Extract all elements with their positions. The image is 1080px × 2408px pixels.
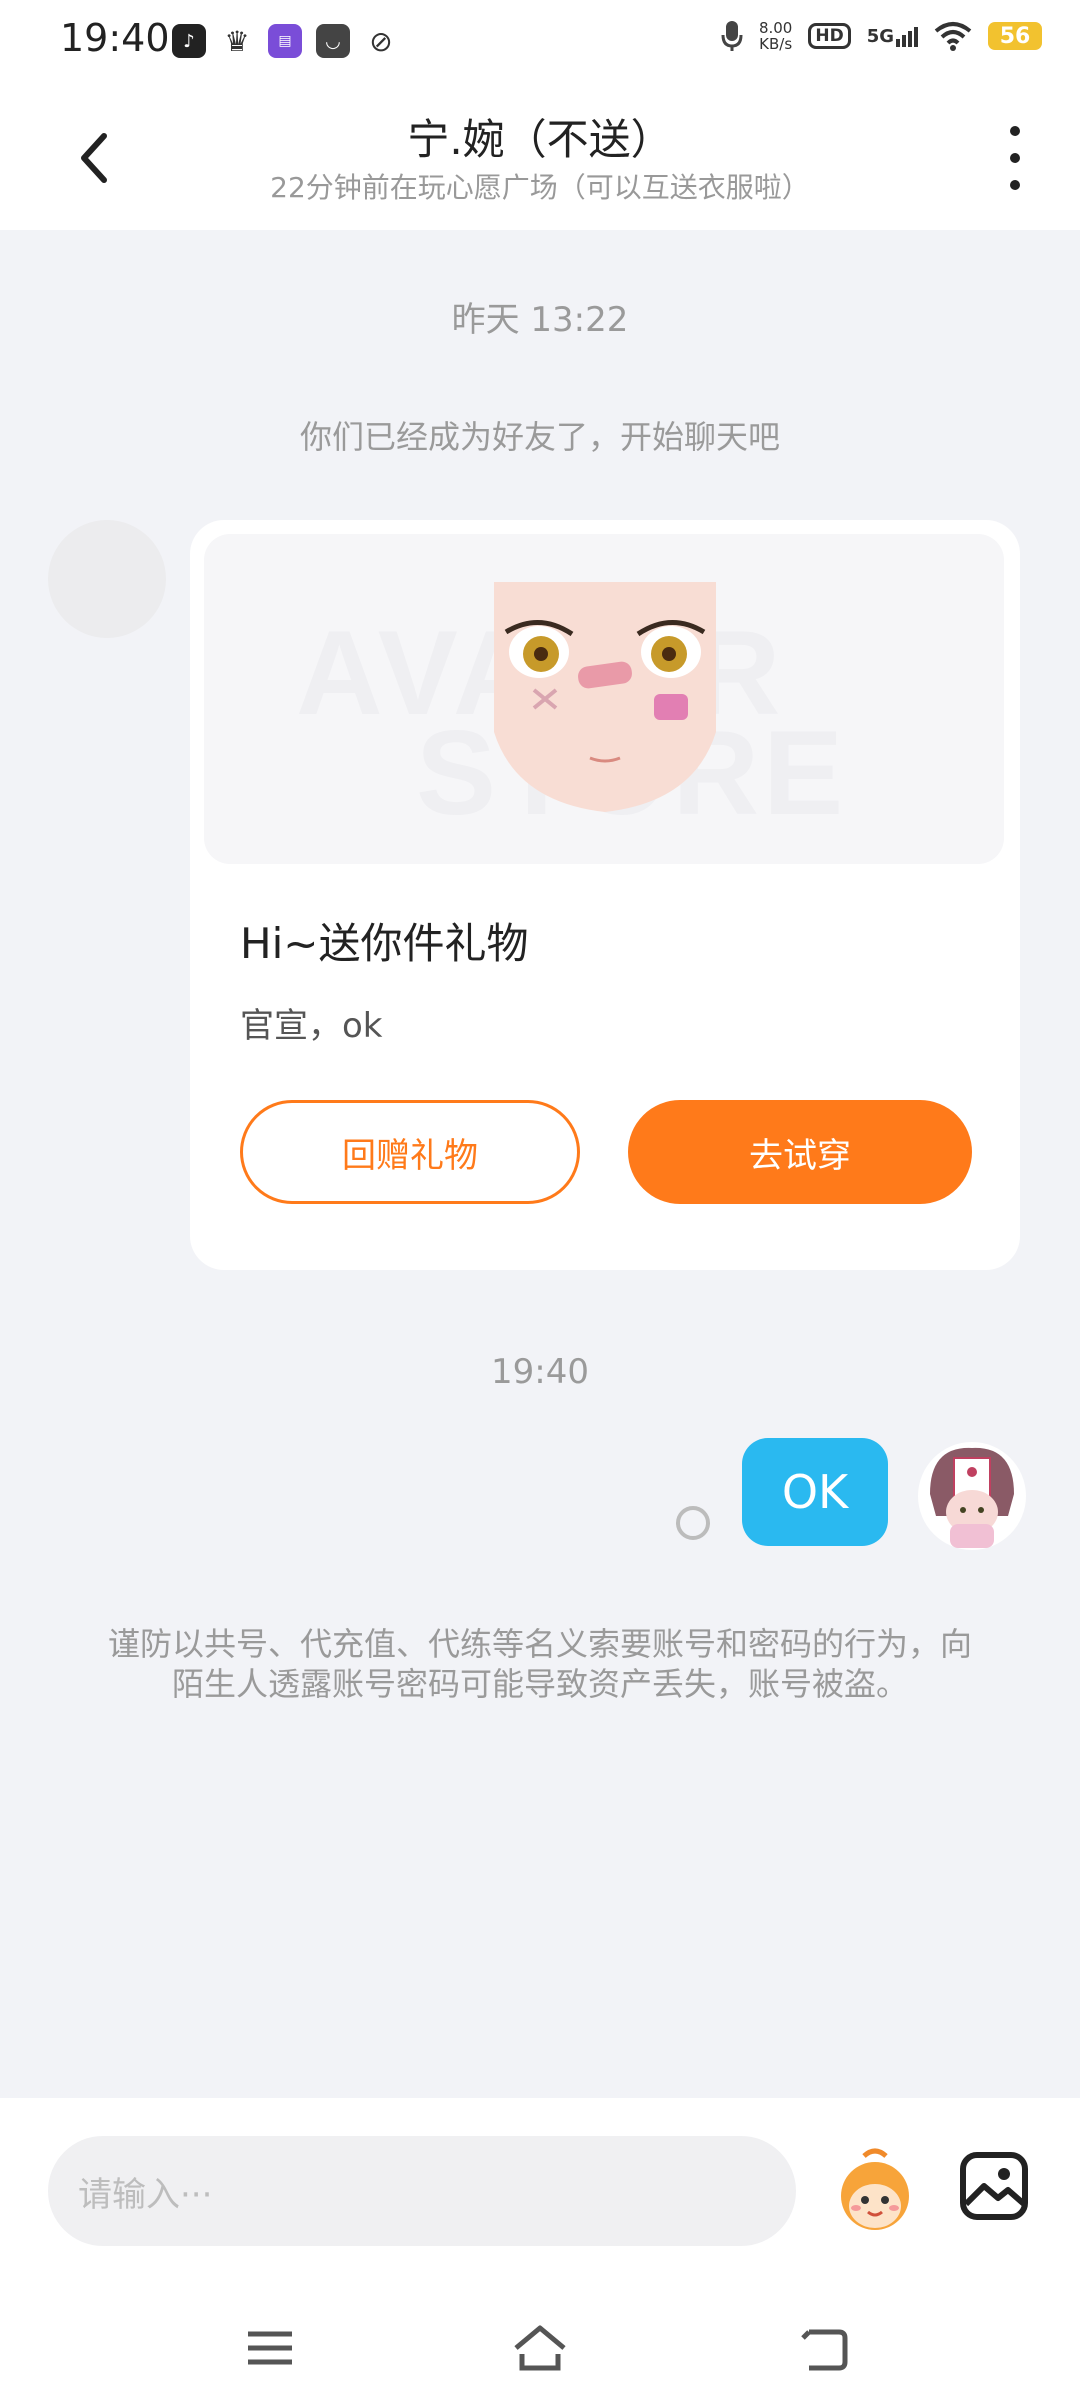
gift-title: Hi~送你件礼物 — [240, 919, 529, 968]
news-icon: ▤ — [268, 24, 302, 58]
system-nav-bar — [0, 2288, 1080, 2408]
chat-subtitle: 22分钟前在玩心愿广场（可以互送衣服啦） — [270, 171, 810, 204]
chat-header: 宁.婉（不送） 22分钟前在玩心愿广场（可以互送衣服啦） — [0, 84, 1080, 230]
back-nav-icon[interactable] — [795, 2318, 855, 2378]
home-icon[interactable] — [510, 2318, 570, 2378]
more-dot — [1010, 126, 1020, 136]
chat-title: 宁.婉（不送） — [407, 115, 673, 164]
status-bar: 19:40 ♪ ♛ ▤ ◡ ⊘ 8.00 KB/s HD 5G 56 — [0, 0, 1080, 84]
mic-icon — [721, 21, 743, 51]
gift-image: AVATAR STORE — [204, 534, 1004, 864]
image-picker-icon[interactable] — [958, 2150, 1030, 2222]
more-options-button[interactable] — [990, 126, 1040, 190]
my-avatar[interactable] — [916, 1436, 1028, 1554]
input-bar: 请输入··· — [0, 2098, 1080, 2288]
menu-icon[interactable] — [240, 2318, 300, 2378]
bag-icon: ◡ — [316, 24, 350, 58]
more-dot — [1010, 180, 1020, 190]
security-warning: 谨防以共号、代充值、代练等名义索要账号和密码的行为，向陌生人透露账号密码可能导致… — [107, 1625, 972, 1703]
message-input[interactable]: 请输入··· — [48, 2136, 796, 2246]
status-right: 8.00 KB/s HD 5G 56 — [721, 20, 1042, 52]
try-on-button[interactable]: 去试穿 — [628, 1100, 972, 1204]
status-app-icons: ♪ ♛ ▤ ◡ ⊘ — [172, 24, 398, 58]
tiktok-icon: ♪ — [172, 24, 206, 58]
friend-avatar[interactable] — [48, 520, 166, 638]
system-message: 你们已经成为好友了，开始聊天吧 — [299, 418, 780, 456]
emoji-mascot-icon[interactable] — [830, 2148, 920, 2238]
sending-status-icon — [676, 1506, 710, 1540]
gift-description: 官宣，ok — [240, 1006, 383, 1046]
crown-icon: ♛ — [224, 24, 250, 58]
timestamp: 19:40 — [491, 1352, 589, 1392]
swirl-icon: ⊘ — [369, 24, 393, 58]
face-makeup-image — [494, 582, 716, 812]
hd-icon: HD — [808, 23, 851, 49]
battery-icon: 56 — [988, 22, 1042, 50]
signal-label: 5G — [866, 25, 894, 47]
network-speed: 8.00 KB/s — [759, 20, 792, 52]
wifi-icon — [934, 22, 972, 51]
gift-card[interactable]: AVATAR STORE Hi~送你件礼物 官宣，ok 回赠礼物 去试穿 — [190, 520, 1020, 1270]
my-message-bubble[interactable]: OK — [742, 1438, 888, 1546]
network-speed-value: 8.00 — [758, 19, 793, 37]
network-speed-unit: KB/s — [759, 35, 793, 53]
status-time: 19:40 — [60, 16, 170, 60]
timestamp: 昨天 13:22 — [451, 300, 629, 340]
return-gift-button[interactable]: 回赠礼物 — [240, 1100, 580, 1204]
more-dot — [1010, 153, 1020, 163]
signal-icon: 5G — [867, 26, 918, 47]
